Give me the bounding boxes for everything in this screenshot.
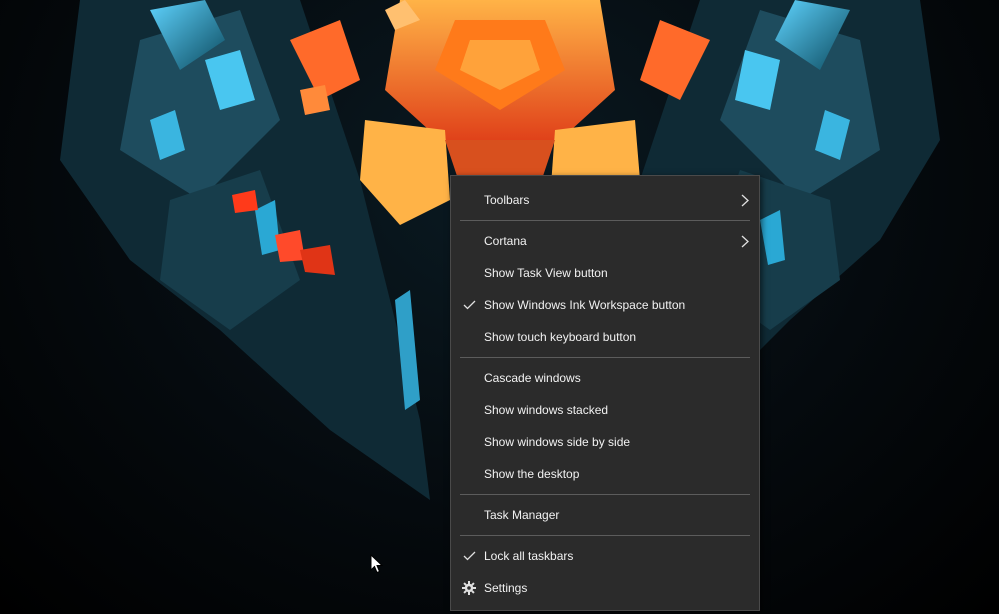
chevron-right-icon bbox=[739, 225, 751, 257]
menu-separator bbox=[460, 220, 750, 221]
menu-item-label: Task Manager bbox=[484, 508, 560, 522]
menu-item-label: Show Task View button bbox=[484, 266, 608, 280]
menu-item-label: Toolbars bbox=[484, 193, 530, 207]
menu-item-cortana[interactable]: Cortana bbox=[451, 225, 759, 257]
menu-item-lock-taskbars[interactable]: Lock all taskbars bbox=[451, 540, 759, 572]
menu-item-label: Show Windows Ink Workspace button bbox=[484, 298, 686, 312]
taskbar-context-menu: Toolbars Cortana Show Task View button S… bbox=[450, 175, 760, 611]
menu-item-label: Settings bbox=[484, 581, 528, 595]
menu-separator bbox=[460, 494, 750, 495]
checkmark-icon bbox=[461, 540, 477, 572]
menu-item-label: Show touch keyboard button bbox=[484, 330, 637, 344]
desktop-background[interactable]: Toolbars Cortana Show Task View button S… bbox=[0, 0, 999, 614]
menu-item-toolbars[interactable]: Toolbars bbox=[451, 184, 759, 216]
menu-item-settings[interactable]: Settings bbox=[451, 572, 759, 604]
checkmark-icon bbox=[461, 289, 477, 321]
gear-icon bbox=[461, 572, 477, 604]
mouse-cursor-icon bbox=[370, 554, 384, 574]
menu-item-show-touch-keyboard[interactable]: Show touch keyboard button bbox=[451, 321, 759, 353]
menu-item-show-desktop[interactable]: Show the desktop bbox=[451, 458, 759, 490]
menu-separator bbox=[460, 357, 750, 358]
menu-item-label: Show the desktop bbox=[484, 467, 580, 481]
menu-item-label: Cortana bbox=[484, 234, 527, 248]
menu-item-show-task-view[interactable]: Show Task View button bbox=[451, 257, 759, 289]
menu-item-show-ink-workspace[interactable]: Show Windows Ink Workspace button bbox=[451, 289, 759, 321]
chevron-right-icon bbox=[739, 184, 751, 216]
menu-separator bbox=[460, 535, 750, 536]
menu-item-cascade-windows[interactable]: Cascade windows bbox=[451, 362, 759, 394]
menu-item-label: Show windows side by side bbox=[484, 435, 631, 449]
menu-item-label: Lock all taskbars bbox=[484, 549, 574, 563]
menu-item-show-side-by-side[interactable]: Show windows side by side bbox=[451, 426, 759, 458]
menu-item-task-manager[interactable]: Task Manager bbox=[451, 499, 759, 531]
menu-item-label: Show windows stacked bbox=[484, 403, 609, 417]
menu-item-show-stacked[interactable]: Show windows stacked bbox=[451, 394, 759, 426]
menu-item-label: Cascade windows bbox=[484, 371, 581, 385]
